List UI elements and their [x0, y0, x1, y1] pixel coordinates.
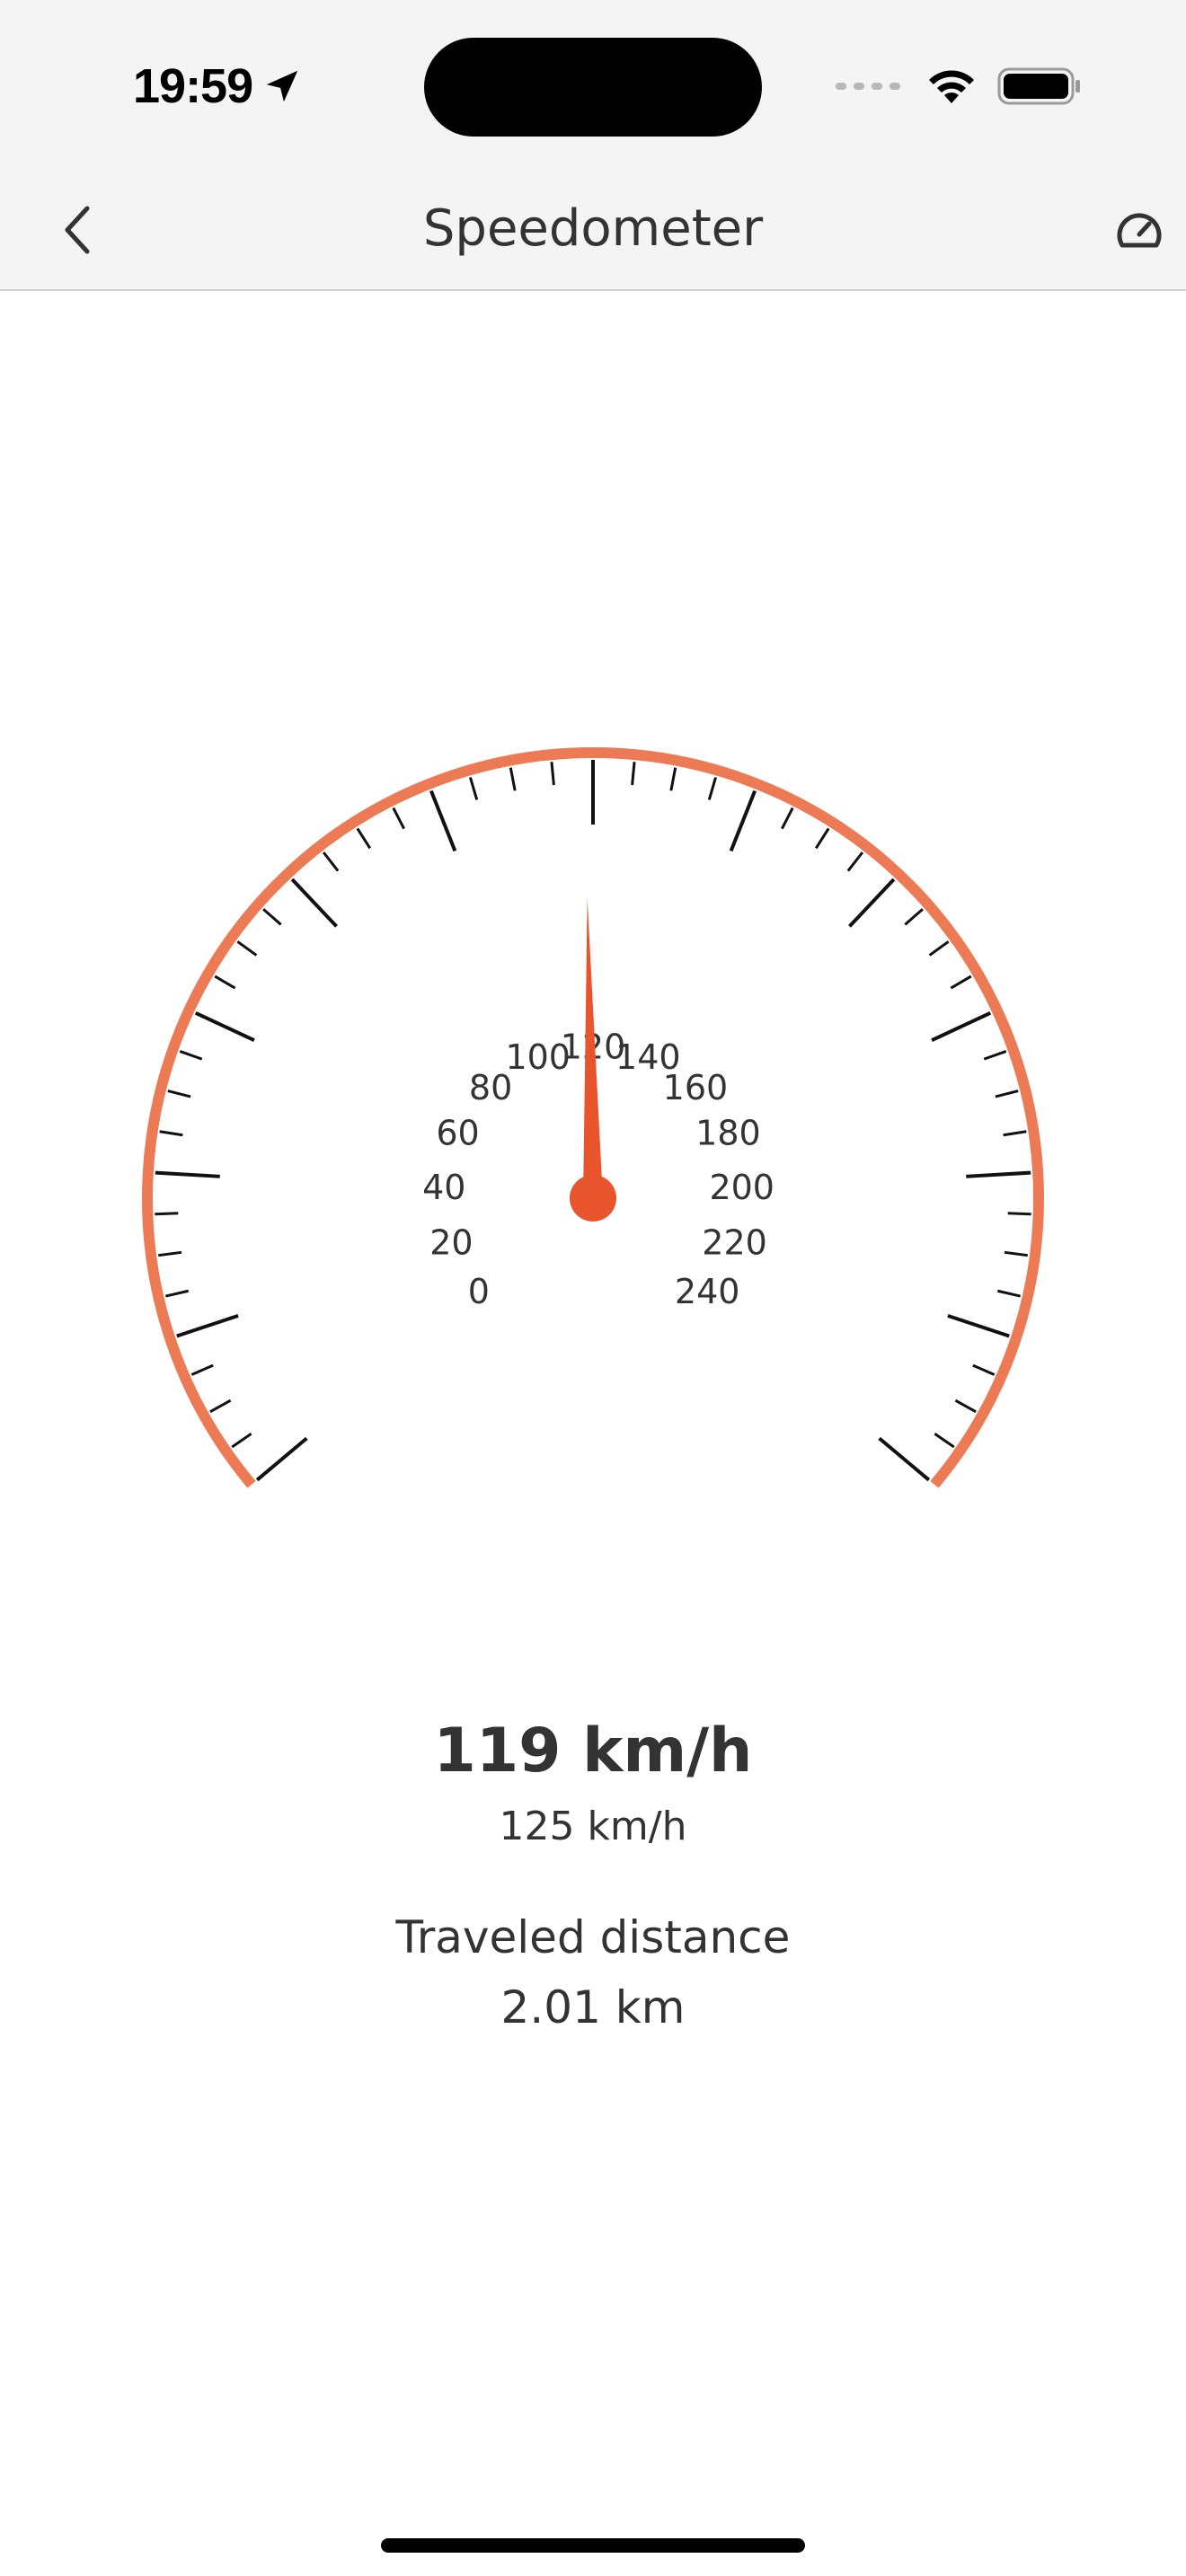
tick-label: 40: [422, 1168, 465, 1207]
wifi-icon: [929, 70, 974, 103]
gauge-icon: [1117, 213, 1162, 248]
minor-tick: [669, 767, 677, 791]
minor-tick: [950, 975, 972, 990]
current-speed: 119 km/h: [433, 1716, 753, 1786]
tick-label: 200: [709, 1168, 774, 1207]
minor-tick: [356, 827, 372, 850]
minor-tick: [934, 1432, 955, 1449]
gauge-menu-button[interactable]: [1111, 201, 1168, 259]
needle-hub: [570, 1175, 616, 1222]
major-tick: [194, 1010, 255, 1043]
secondary-speed: 125 km/h: [499, 1804, 687, 1849]
top-bar: 19:59 Speedometer: [0, 0, 1186, 291]
minor-tick: [322, 851, 340, 872]
status-bar-left: 19:59: [133, 54, 303, 119]
major-tick: [176, 1313, 239, 1338]
battery-icon: [997, 67, 1080, 105]
minor-tick: [392, 807, 405, 830]
minor-tick: [928, 940, 950, 957]
minor-tick: [846, 851, 864, 872]
major-tick: [848, 878, 896, 928]
major-tick: [947, 1313, 1010, 1338]
minor-tick: [179, 1050, 203, 1061]
tick-label: 240: [675, 1272, 740, 1311]
minor-tick: [214, 975, 236, 990]
home-indicator: [381, 2538, 805, 2553]
tick-label: 220: [702, 1223, 767, 1263]
tick-label: 180: [695, 1113, 761, 1152]
minor-tick: [707, 777, 717, 800]
minor-tick: [165, 1289, 190, 1298]
minor-tick: [509, 767, 517, 791]
dynamic-island: [424, 38, 762, 137]
back-button[interactable]: [50, 196, 104, 264]
minor-tick: [972, 1363, 996, 1376]
page-title: Speedometer: [422, 199, 764, 258]
minor-tick: [814, 827, 830, 850]
minor-tick: [231, 1432, 252, 1449]
major-tick: [878, 1436, 931, 1482]
minor-tick: [159, 1130, 183, 1137]
location-arrow-icon: [266, 70, 298, 102]
major-tick: [966, 1170, 1031, 1178]
minor-tick: [1003, 1130, 1027, 1137]
tick-label: 20: [429, 1223, 473, 1263]
minor-tick: [954, 1398, 977, 1414]
minor-tick: [781, 807, 794, 830]
distance-label: Traveled distance: [395, 1911, 791, 1963]
minor-tick: [157, 1250, 182, 1257]
minor-tick: [155, 1212, 179, 1216]
minor-tick: [995, 1090, 1019, 1098]
minor-tick: [904, 908, 924, 926]
status-bar-right: [836, 57, 1082, 115]
minor-tick: [996, 1289, 1021, 1298]
minor-tick: [190, 1363, 214, 1376]
speedometer-gauge: 020406080100120140160180200220240: [0, 719, 1186, 1581]
tick-label: 60: [436, 1113, 479, 1152]
chevron-left-icon: [65, 206, 90, 254]
gauge-dial: 020406080100120140160180200220240: [142, 747, 1044, 1488]
tick-label: 0: [468, 1272, 490, 1311]
major-tick: [931, 1010, 992, 1043]
distance-value: 2.01 km: [500, 1981, 686, 2033]
major-tick: [429, 790, 457, 852]
speedometer-screen: 19:59 Speedometer 0 20 40 60 80 100 140 …: [0, 0, 1186, 2576]
minor-tick: [1004, 1250, 1029, 1257]
minor-tick: [983, 1050, 1007, 1061]
minor-tick: [1007, 1212, 1031, 1216]
minor-tick: [469, 777, 479, 800]
navigation-bar: Speedometer: [0, 171, 1186, 287]
minor-tick: [167, 1090, 191, 1098]
tick-label: 160: [663, 1068, 729, 1107]
major-tick: [155, 1170, 220, 1178]
minor-tick: [236, 940, 258, 957]
major-tick: [729, 790, 757, 852]
status-time: 19:59: [133, 59, 253, 113]
minor-tick: [550, 762, 555, 786]
minor-tick: [631, 762, 636, 786]
major-tick: [255, 1436, 308, 1482]
major-tick: [290, 878, 338, 928]
minor-tick: [262, 908, 282, 926]
cellular-signal-icon: [836, 83, 900, 90]
minor-tick: [209, 1398, 232, 1414]
